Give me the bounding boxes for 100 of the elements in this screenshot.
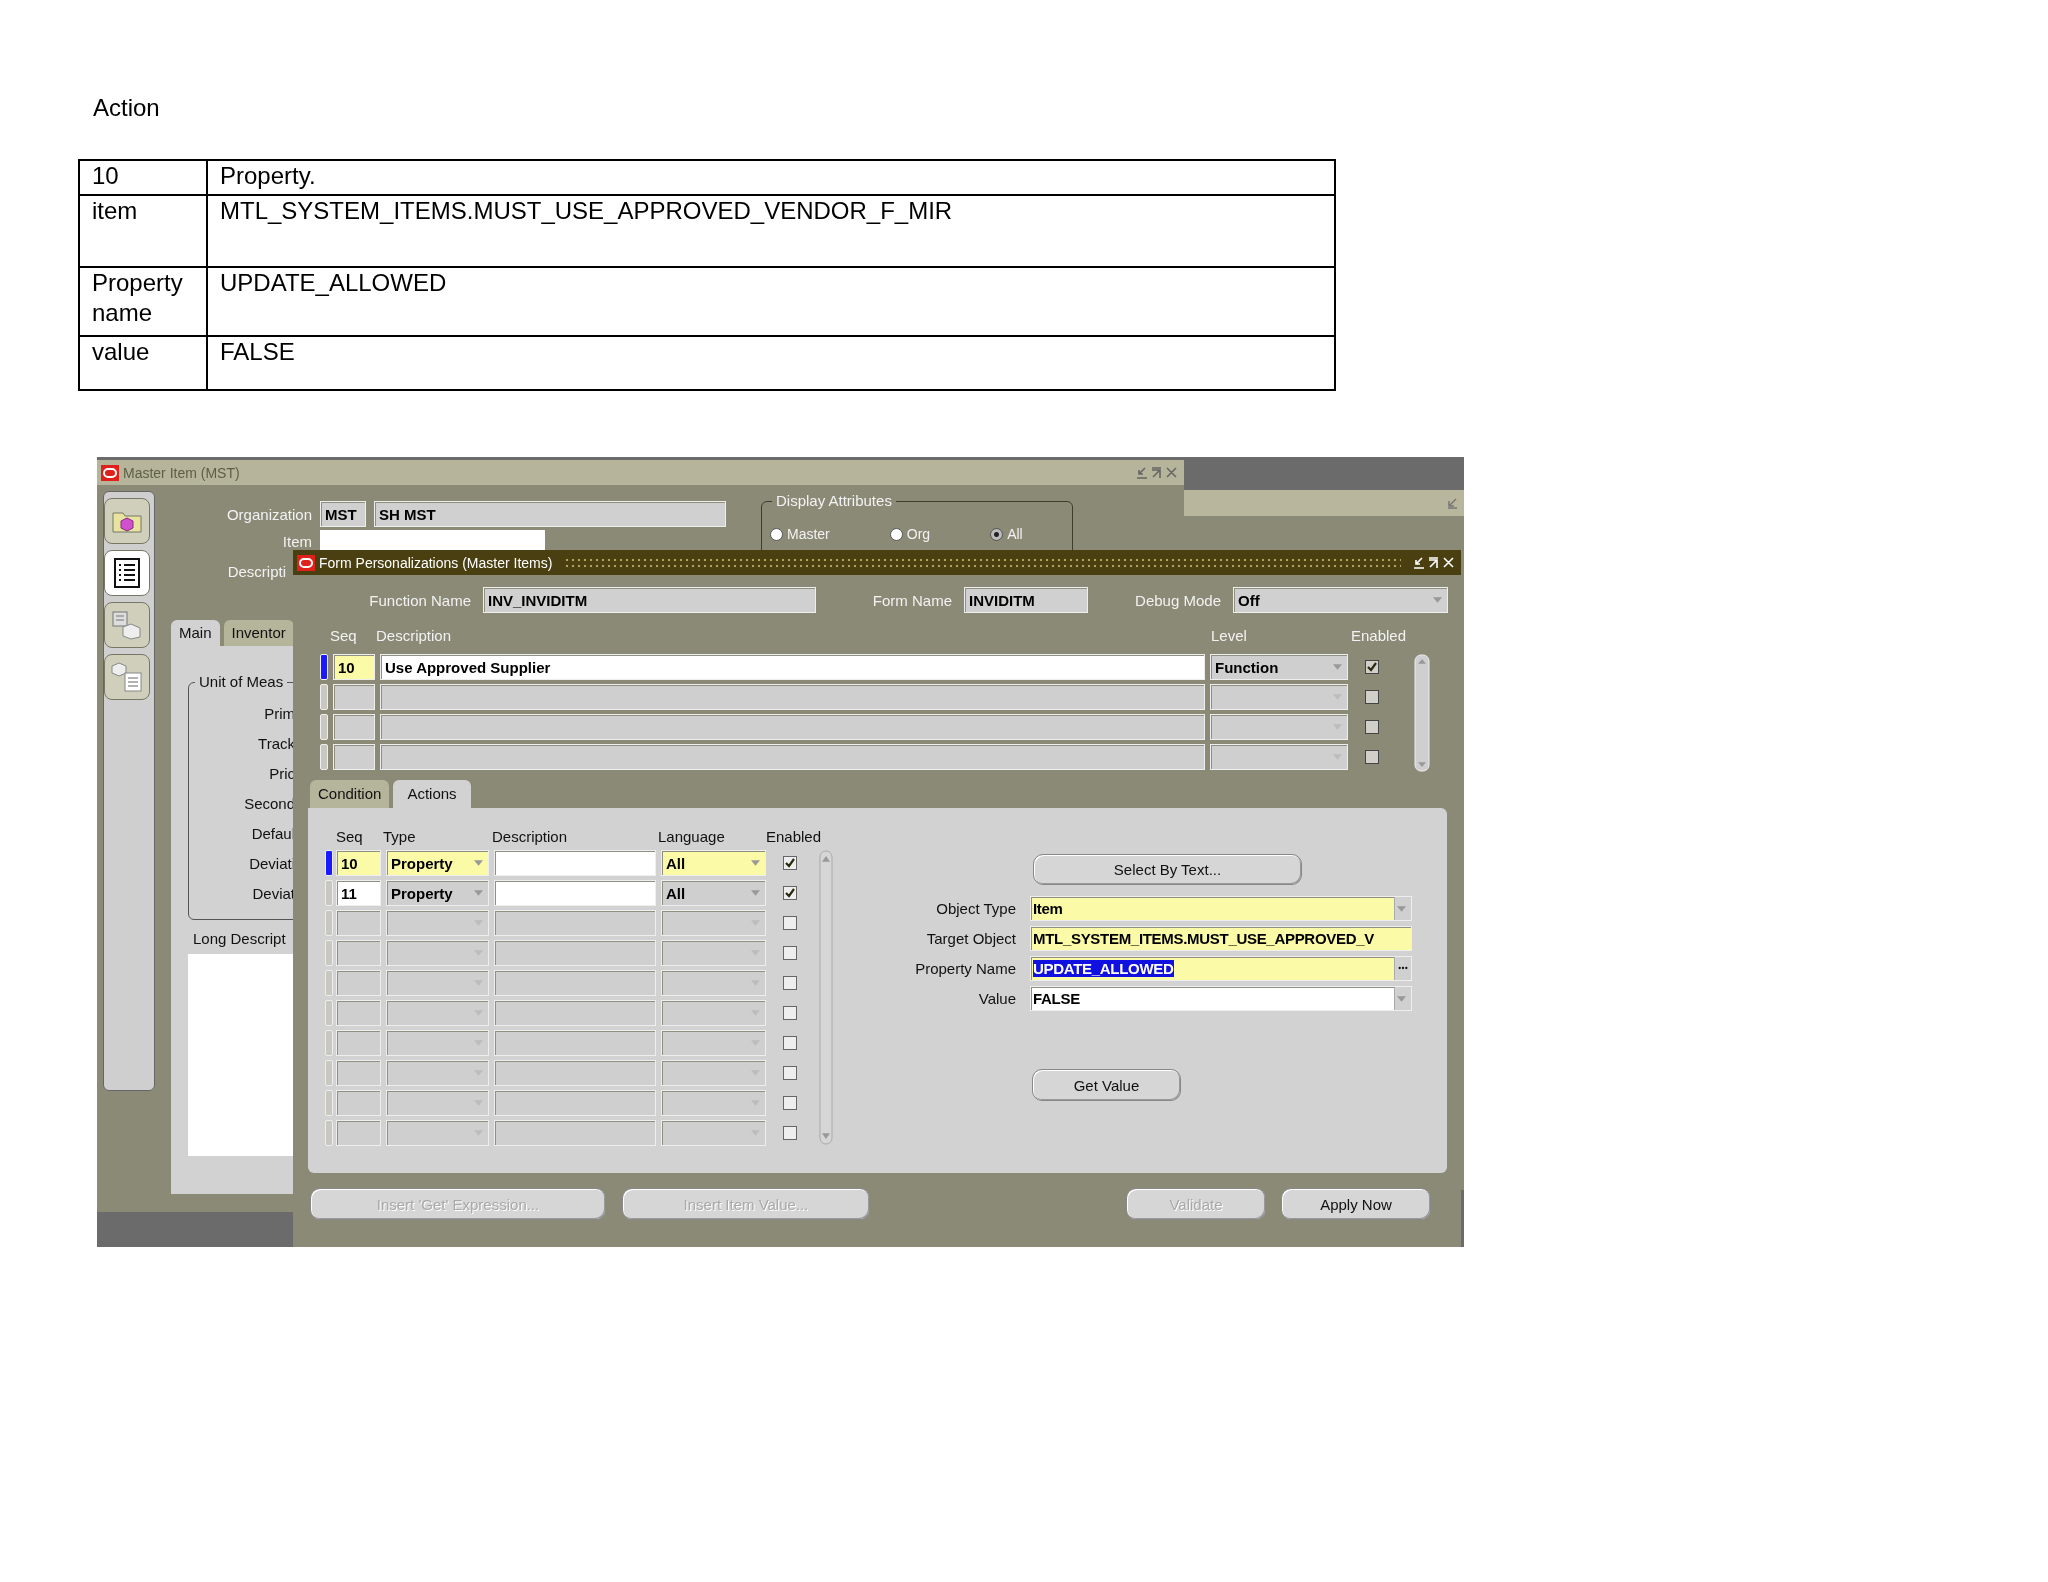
org-code-field[interactable]: MST	[320, 501, 366, 527]
level-dropdown[interactable]	[1210, 744, 1348, 770]
toolbar-button[interactable]	[104, 550, 150, 596]
action-button[interactable]: Apply Now	[1281, 1188, 1431, 1220]
debug-mode-dropdown[interactable]: Off	[1233, 587, 1448, 613]
type-dropdown[interactable]: Property	[386, 880, 489, 906]
language-dropdown[interactable]: All	[661, 880, 766, 906]
checkbox[interactable]	[783, 1036, 797, 1050]
radio-button[interactable]	[889, 527, 903, 541]
description-field[interactable]	[494, 910, 656, 936]
tab[interactable]: Inventor	[223, 620, 294, 646]
type-dropdown[interactable]	[386, 1120, 489, 1146]
minimize-icon[interactable]	[1446, 497, 1458, 509]
checkbox[interactable]	[1365, 750, 1379, 764]
org-name-field[interactable]: SH MST	[374, 501, 726, 527]
level-dropdown[interactable]: Function	[1210, 654, 1348, 680]
language-dropdown[interactable]	[661, 910, 766, 936]
checkbox[interactable]	[1365, 660, 1379, 674]
description-field[interactable]	[494, 1030, 656, 1056]
type-dropdown[interactable]	[386, 1000, 489, 1026]
radio-button[interactable]	[770, 527, 783, 541]
language-dropdown[interactable]: All	[661, 850, 766, 876]
checkbox[interactable]	[783, 976, 797, 990]
checkbox[interactable]	[783, 1066, 797, 1080]
radio-button[interactable]	[990, 527, 1004, 541]
description-field[interactable]	[494, 850, 656, 876]
type-dropdown[interactable]	[386, 1060, 489, 1086]
seq-field[interactable]	[336, 1090, 381, 1116]
description-field[interactable]: Use Approved Supplier	[380, 654, 1205, 680]
language-dropdown[interactable]	[661, 970, 766, 996]
function-name-field[interactable]: INV_INVIDITM	[483, 587, 816, 613]
language-dropdown[interactable]	[661, 1000, 766, 1026]
description-field[interactable]	[494, 970, 656, 996]
dropdown-arrow-icon	[474, 890, 483, 896]
description-field[interactable]	[380, 684, 1205, 710]
type-dropdown[interactable]: Property	[386, 850, 489, 876]
dropdown-arrow-icon	[474, 860, 483, 866]
seq-field[interactable]	[336, 1030, 381, 1056]
type-dropdown[interactable]	[386, 910, 489, 936]
description-field[interactable]	[494, 940, 656, 966]
seq-field[interactable]	[336, 1000, 381, 1026]
type-dropdown[interactable]	[386, 1030, 489, 1056]
language-dropdown[interactable]	[661, 1060, 766, 1086]
language-dropdown[interactable]	[661, 1090, 766, 1116]
seq-field[interactable]	[333, 714, 375, 740]
tab[interactable]: Condition	[310, 780, 390, 808]
form-name-field[interactable]: INVIDITM	[964, 587, 1088, 613]
checkbox[interactable]	[783, 1006, 797, 1020]
lookup-field[interactable]: UPDATE_ALLOWED	[1030, 956, 1412, 981]
checkbox[interactable]	[783, 886, 797, 900]
seq-field[interactable]	[336, 910, 381, 936]
type-dropdown[interactable]	[386, 1090, 489, 1116]
field-label: Debug Mode	[1134, 591, 1221, 609]
more-icon[interactable]	[1398, 966, 1408, 970]
level-dropdown[interactable]	[1210, 684, 1348, 710]
seq-field[interactable]	[336, 1060, 381, 1086]
language-dropdown[interactable]	[661, 940, 766, 966]
seq-field[interactable]: 11	[336, 880, 381, 906]
checkbox[interactable]	[1365, 720, 1379, 734]
description-field[interactable]	[494, 1120, 656, 1146]
type-dropdown[interactable]	[386, 970, 489, 996]
seq-field[interactable]	[333, 744, 375, 770]
checkbox[interactable]	[1365, 690, 1379, 704]
language-dropdown[interactable]	[661, 1120, 766, 1146]
description-field[interactable]	[494, 1000, 656, 1026]
seq-field[interactable]: 10	[336, 850, 381, 876]
get-value-button[interactable]: Get Value	[1032, 1069, 1181, 1101]
level-dropdown[interactable]	[1210, 714, 1348, 740]
checkbox[interactable]	[783, 946, 797, 960]
app-logo-icon	[297, 554, 315, 571]
item-field[interactable]	[320, 530, 545, 552]
column-header: Enabled	[766, 828, 822, 845]
seq-field[interactable]	[336, 970, 381, 996]
select-by-text-button[interactable]: Select By Text...	[1033, 854, 1302, 885]
record-indicator[interactable]	[325, 850, 333, 876]
checkbox[interactable]	[783, 1096, 797, 1110]
column-header: Type	[383, 828, 416, 845]
text-field[interactable]: MTL_SYSTEM_ITEMS.MUST_USE_APPROVED_V	[1030, 926, 1412, 951]
type-dropdown[interactable]	[386, 940, 489, 966]
seq-field[interactable]	[336, 1120, 381, 1146]
description-field[interactable]	[380, 714, 1205, 740]
scrollbar[interactable]	[819, 850, 833, 1145]
tab[interactable]: Actions	[393, 780, 471, 808]
language-dropdown[interactable]	[661, 1030, 766, 1056]
field-label: Organization	[225, 505, 312, 523]
description-field[interactable]	[494, 1090, 656, 1116]
checkbox[interactable]	[783, 1126, 797, 1140]
checkbox[interactable]	[783, 916, 797, 930]
checkbox[interactable]	[783, 856, 797, 870]
seq-field[interactable]	[336, 940, 381, 966]
seq-field[interactable]: 10	[333, 654, 375, 680]
window-controls-icon[interactable]	[1413, 555, 1457, 570]
seq-field[interactable]	[333, 684, 375, 710]
tab[interactable]: Main	[171, 620, 220, 646]
description-field[interactable]	[494, 880, 656, 906]
description-field[interactable]	[380, 744, 1205, 770]
dropdown-field[interactable]: FALSE	[1030, 986, 1412, 1011]
description-field[interactable]	[494, 1060, 656, 1086]
record-indicator[interactable]	[320, 654, 328, 680]
dropdown-field[interactable]: Item	[1030, 896, 1412, 921]
